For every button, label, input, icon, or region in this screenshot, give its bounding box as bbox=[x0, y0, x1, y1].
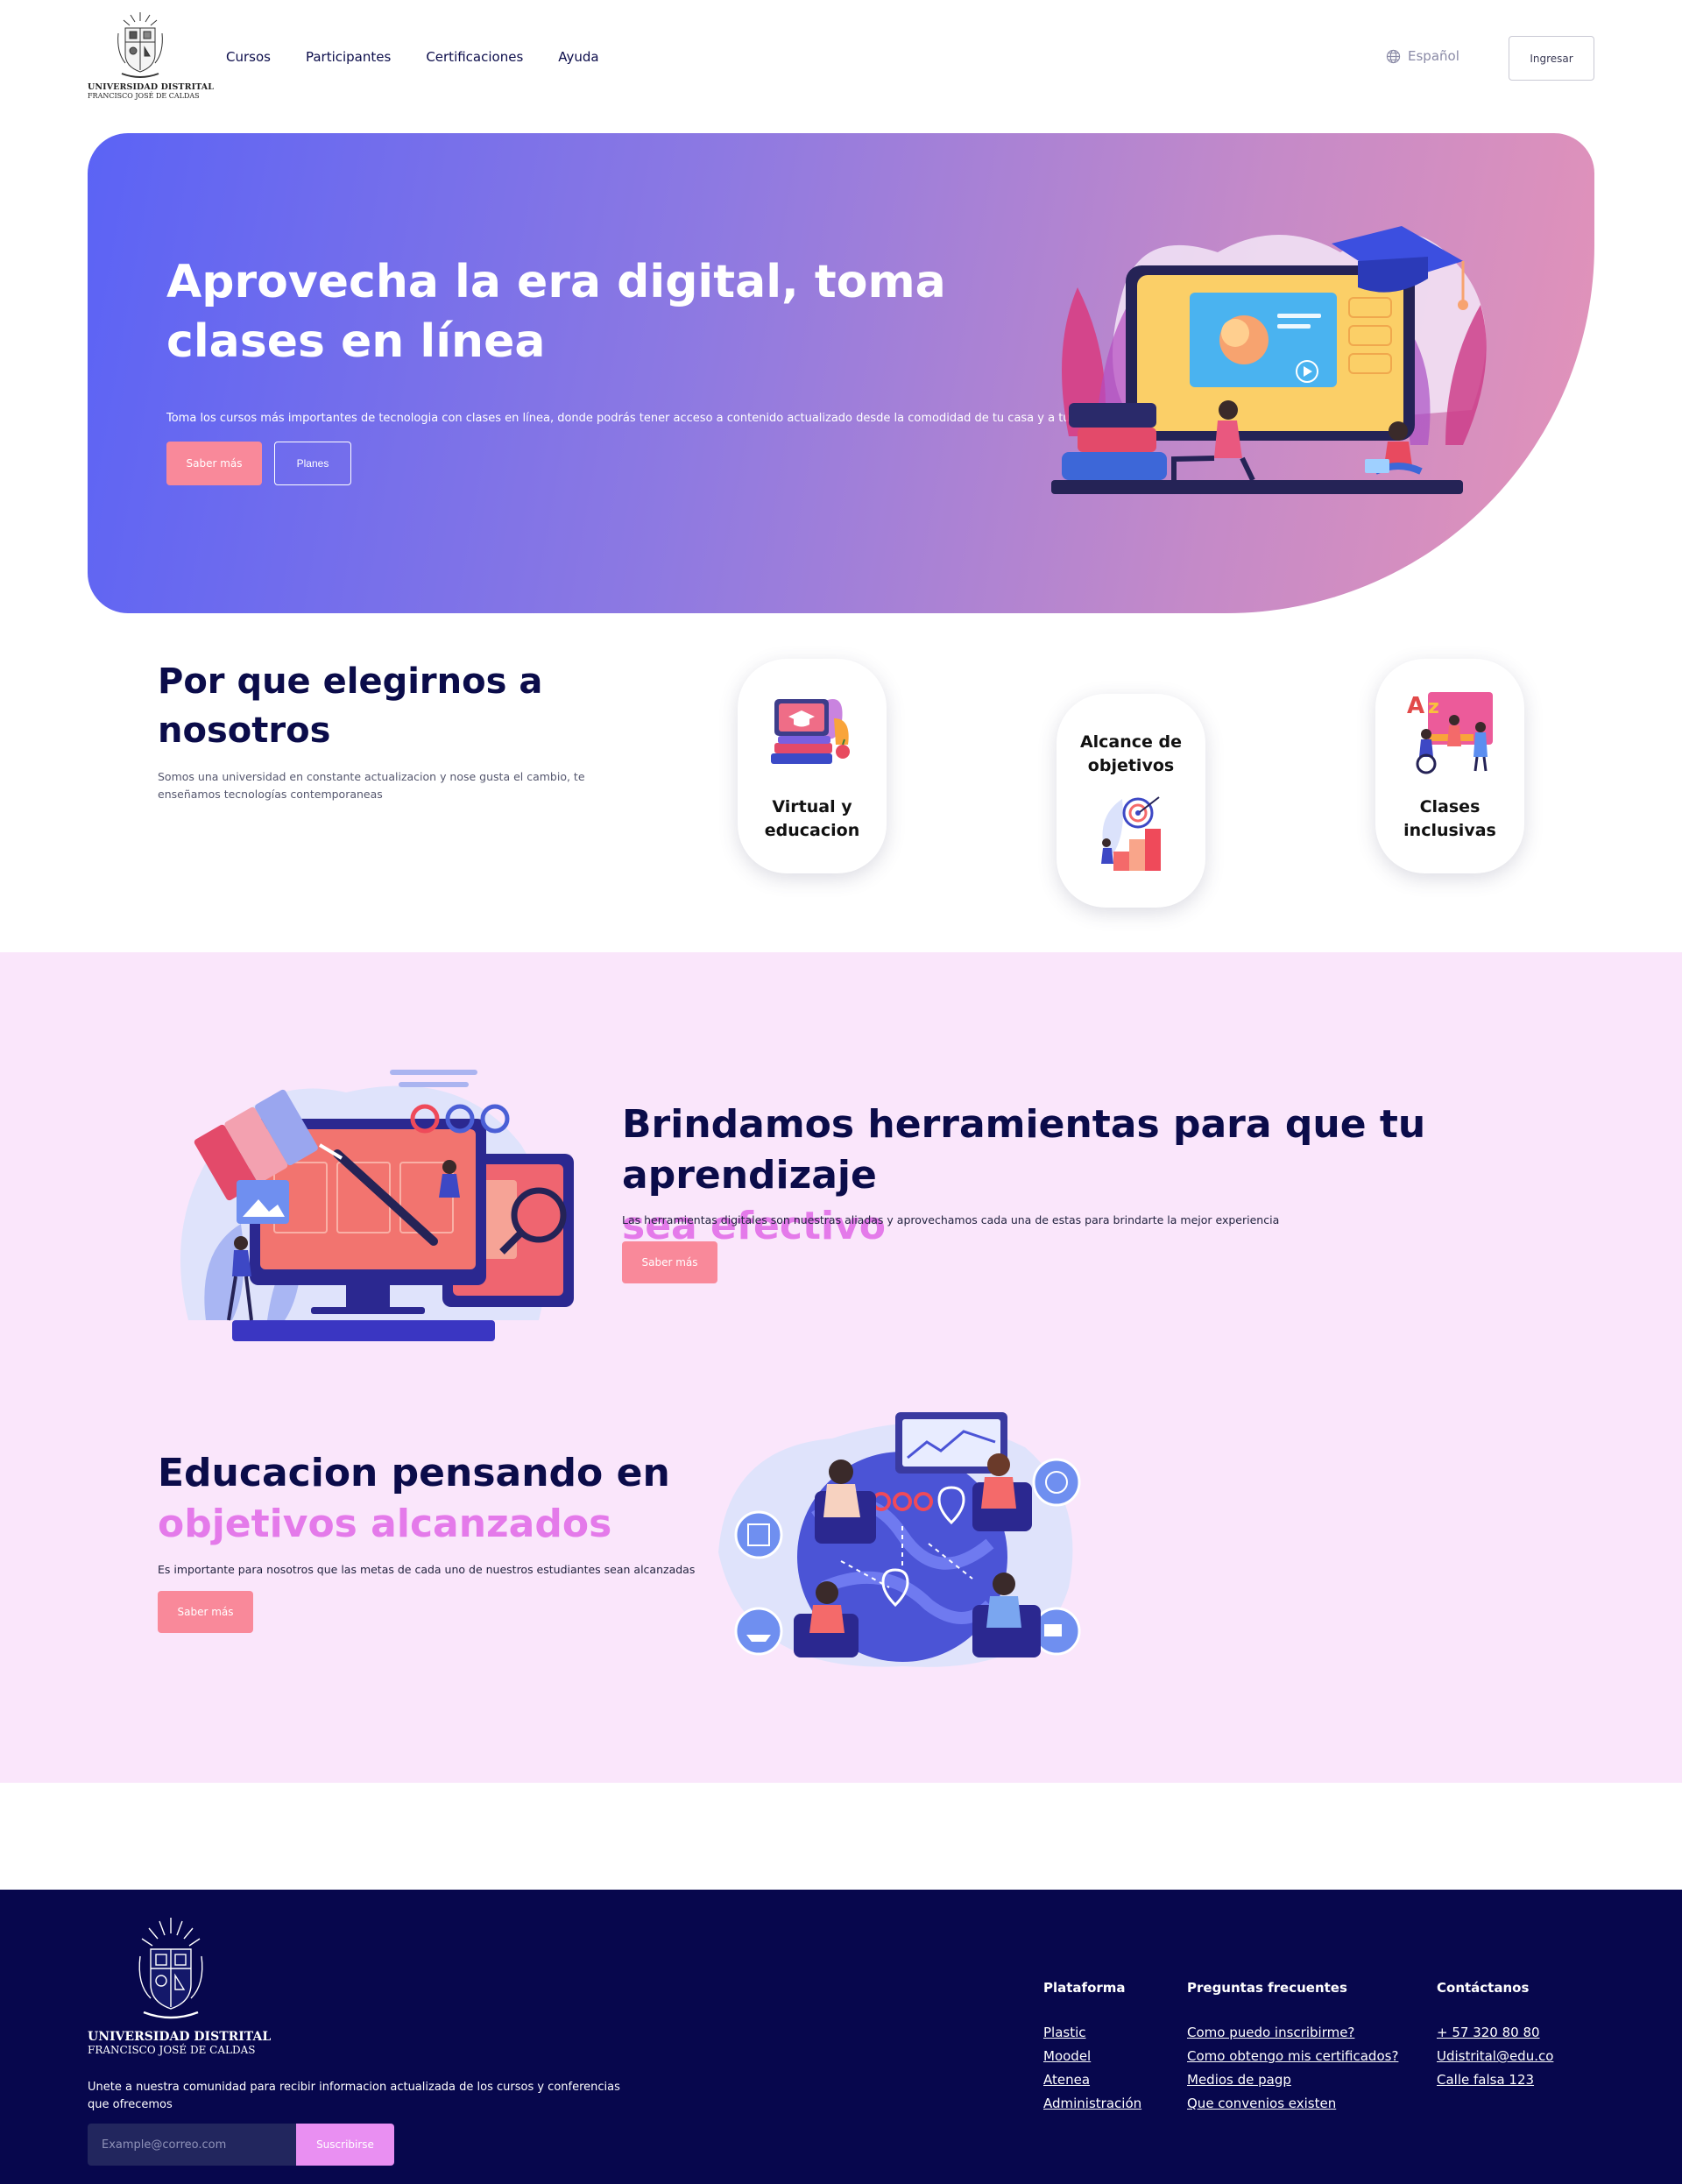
footer-column-faq: Preguntas frecuentes Como puedo inscribi… bbox=[1187, 1980, 1398, 2116]
footer-link-administracion[interactable]: Administración bbox=[1043, 2092, 1141, 2116]
online-class-illustration bbox=[1051, 226, 1487, 494]
hero-text: Toma los cursos más importantes de tecno… bbox=[166, 412, 1108, 425]
footer-column-plataforma: Plataforma Plastic Moodel Atenea Adminis… bbox=[1043, 1980, 1141, 2116]
footer-link-address[interactable]: Calle falsa 123 bbox=[1437, 2068, 1553, 2092]
footer-column-title: Contáctanos bbox=[1437, 1980, 1530, 1996]
main-menu: Cursos Participantes Certificaciones Ayu… bbox=[226, 49, 599, 65]
newsletter-email-input[interactable] bbox=[88, 2124, 296, 2166]
login-button[interactable]: Ingresar bbox=[1509, 36, 1594, 81]
menu-item-ayuda[interactable]: Ayuda bbox=[558, 49, 598, 65]
feature-card-inclusivas: A z Clases inclusivas bbox=[1375, 659, 1524, 873]
footer-link-phone[interactable]: + 57 320 80 80 bbox=[1437, 2021, 1553, 2045]
footer-link-medios-pago[interactable]: Medios de pagp bbox=[1187, 2068, 1398, 2092]
feature-card-label: Clases inclusivas bbox=[1403, 797, 1496, 840]
footer-column-contacto: Contáctanos + 57 320 80 80 Udistrital@ed… bbox=[1437, 1980, 1553, 2092]
logo-title: UNIVERSIDAD DISTRITAL bbox=[88, 82, 215, 92]
svg-text:A: A bbox=[1407, 693, 1424, 719]
goals-saber-mas-button[interactable]: Saber más bbox=[158, 1591, 253, 1633]
footer-link-certificados[interactable]: Como obtengo mis certificados? bbox=[1187, 2045, 1398, 2068]
goal-target-icon bbox=[1101, 796, 1161, 871]
site-footer: UNIVERSIDAD DISTRITAL FRANCISCO JOSÉ DE … bbox=[0, 1890, 1682, 2184]
footer-column-title: Plataforma bbox=[1043, 1980, 1126, 1996]
goals-title: Educacion pensando en objetivos alcanzad… bbox=[158, 1448, 771, 1550]
menu-item-cursos[interactable]: Cursos bbox=[226, 49, 271, 65]
university-crest-icon bbox=[138, 1918, 203, 2019]
feature-card-objetivos: Alcance de objetivos bbox=[1057, 694, 1205, 908]
footer-link-atenea[interactable]: Atenea bbox=[1043, 2068, 1141, 2092]
feature-card-title: Alcance de objetivos bbox=[1057, 731, 1205, 778]
footer-logo-subtitle: FRANCISCO JOSÉ DE CALDAS bbox=[88, 2044, 256, 2056]
feature-card-label: Alcance de objetivos bbox=[1079, 732, 1183, 775]
virtual-education-icon bbox=[771, 699, 850, 764]
menu-item-certificaciones[interactable]: Certificaciones bbox=[426, 49, 523, 65]
footer-column-title: Preguntas frecuentes bbox=[1187, 1980, 1347, 1996]
logo-subtitle: FRANCISCO JOSÉ DE CALDAS bbox=[88, 92, 200, 100]
goals-title-accent: objetivos alcanzados bbox=[158, 1502, 612, 1546]
newsletter-text: Unete a nuestra comunidad para recibir i… bbox=[88, 2081, 620, 2111]
features-section: Brindamos herramientas para que tu apren… bbox=[0, 952, 1682, 1783]
feature-card-title: Virtual y educacion bbox=[738, 795, 887, 843]
footer-link-convenios[interactable]: Que convenios existen bbox=[1187, 2092, 1398, 2116]
design-tools-illustration bbox=[180, 1070, 574, 1341]
footer-university-logo[interactable]: UNIVERSIDAD DISTRITAL FRANCISCO JOSÉ DE … bbox=[88, 1914, 272, 2056]
university-logo[interactable]: UNIVERSIDAD DISTRITAL FRANCISCO JOSÉ DE … bbox=[88, 9, 215, 100]
footer-link-plastic[interactable]: Plastic bbox=[1043, 2021, 1141, 2045]
tools-title: Brindamos herramientas para que tu apren… bbox=[622, 1099, 1586, 1252]
inclusive-classes-icon: A z bbox=[1407, 692, 1493, 774]
tools-saber-mas-button[interactable]: Saber más bbox=[622, 1241, 717, 1283]
goals-text: Es importante para nosotros que las meta… bbox=[158, 1563, 696, 1576]
global-goals-illustration bbox=[718, 1412, 1081, 1667]
footer-link-inscribirme[interactable]: Como puedo inscribirme? bbox=[1187, 2021, 1398, 2045]
subscribe-button[interactable]: Suscribirse bbox=[296, 2124, 394, 2166]
feature-card-label: Virtual y educacion bbox=[764, 797, 860, 840]
why-us-text: Somos una universidad en constante actua… bbox=[158, 770, 585, 801]
university-crest-icon bbox=[117, 12, 163, 78]
why-us-title: Por que elegirnos a nosotros bbox=[158, 661, 543, 751]
feature-card-title: Clases inclusivas bbox=[1375, 795, 1524, 843]
menu-item-participantes[interactable]: Participantes bbox=[306, 49, 391, 65]
language-label: Español bbox=[1408, 48, 1459, 64]
globe-icon bbox=[1386, 49, 1401, 63]
hero-banner: Aprovecha la era digital, toma clases en… bbox=[88, 133, 1594, 613]
hero-saber-mas-button[interactable]: Saber más bbox=[166, 442, 262, 485]
footer-link-email[interactable]: Udistrital@edu.co bbox=[1437, 2045, 1553, 2068]
hero-planes-button[interactable]: Planes bbox=[274, 442, 351, 485]
hero-title: Aprovecha la era digital, toma clases en… bbox=[166, 256, 946, 368]
feature-card-virtual: Virtual y educacion bbox=[738, 659, 887, 873]
svg-text:z: z bbox=[1428, 696, 1439, 718]
footer-link-moodel[interactable]: Moodel bbox=[1043, 2045, 1141, 2068]
footer-logo-title: UNIVERSIDAD DISTRITAL bbox=[88, 2030, 272, 2044]
tools-title-main: Brindamos herramientas para que tu apren… bbox=[622, 1102, 1426, 1198]
language-selector[interactable]: Español bbox=[1386, 48, 1459, 64]
tools-text: Las herramientas digitales son nuestras … bbox=[622, 1213, 1280, 1226]
site-header: UNIVERSIDAD DISTRITAL FRANCISCO JOSÉ DE … bbox=[0, 0, 1682, 123]
goals-title-main: Educacion pensando en bbox=[158, 1451, 670, 1495]
